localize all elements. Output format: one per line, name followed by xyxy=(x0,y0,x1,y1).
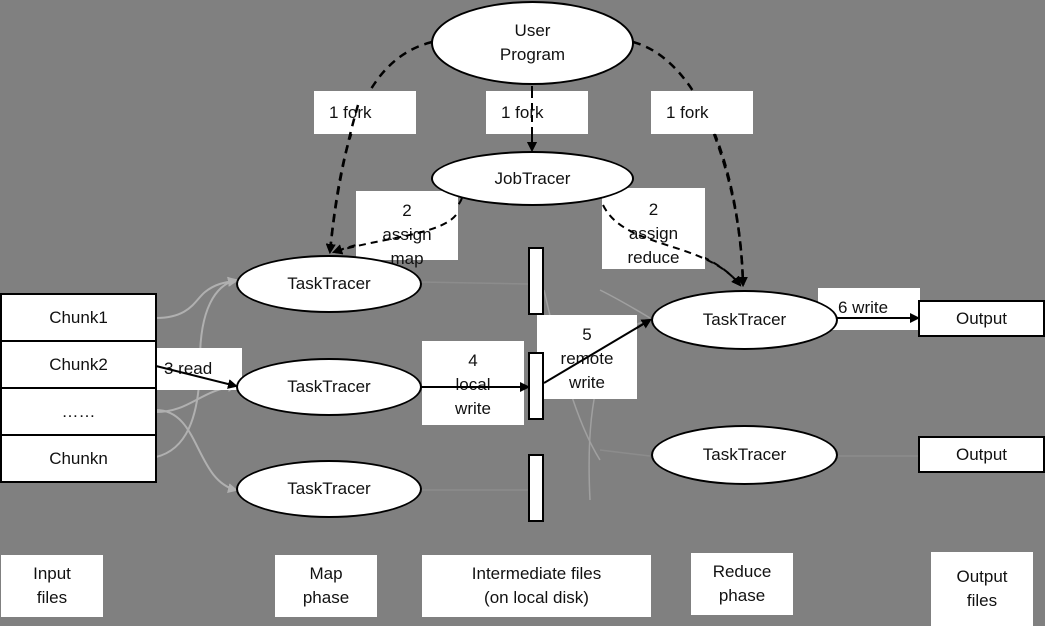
phase-map: Map phase xyxy=(275,555,377,617)
intermediate-file-2 xyxy=(528,352,544,420)
label-assign-reduce: 2 assign reduce xyxy=(602,188,705,269)
label-assign-map: 2 assign map xyxy=(356,191,458,268)
output-2: Output xyxy=(918,436,1045,473)
node-job-tracer: JobTracer xyxy=(431,151,634,206)
edge-dots-map3 xyxy=(155,409,238,493)
node-user-program: User Program xyxy=(431,1,634,85)
output-1: Output xyxy=(918,300,1045,337)
chunk-2: Chunk2 xyxy=(0,340,157,389)
phase-reduce: Reduce phase xyxy=(691,553,793,615)
intermediate-file-1 xyxy=(528,247,544,315)
label-read: 3 read xyxy=(156,348,242,390)
chunk-n: Chunkn xyxy=(0,434,157,483)
phase-output-files: Output files xyxy=(931,552,1033,626)
chunk-1: Chunk1 xyxy=(0,293,157,342)
node-map-tasktracer-1: TaskTracer xyxy=(236,255,422,313)
phase-input-files: Input files xyxy=(1,555,103,617)
node-map-tasktracer-2: TaskTracer xyxy=(236,358,422,416)
phase-intermediate-files: Intermediate files (on local disk) xyxy=(422,555,651,617)
intermediate-file-3 xyxy=(528,454,544,522)
label-local-write: 4 local write xyxy=(422,341,524,425)
node-reduce-tasktracer-1: TaskTracer xyxy=(651,290,838,350)
node-map-tasktracer-3: TaskTracer xyxy=(236,460,422,518)
node-reduce-tasktracer-2: TaskTracer xyxy=(651,425,838,485)
label-fork-left: 1 fork xyxy=(314,91,416,134)
label-fork-right: 1 fork xyxy=(651,91,753,134)
label-fork-center: 1 fork xyxy=(486,91,588,134)
label-remote-write: 5 remote write xyxy=(537,315,637,399)
chunk-ellipsis: …… xyxy=(0,387,157,436)
